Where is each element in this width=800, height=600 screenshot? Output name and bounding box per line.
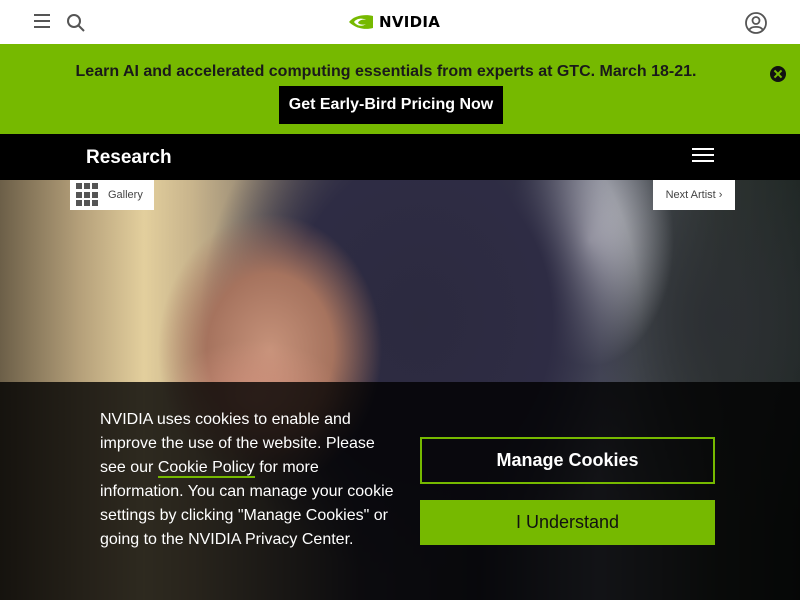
account-icon[interactable] bbox=[744, 11, 768, 35]
nvidia-eye-icon bbox=[349, 15, 373, 29]
cookie-policy-link[interactable]: Cookie Policy bbox=[157, 459, 255, 478]
cookie-banner: NVIDIA uses cookies to enable and improv… bbox=[0, 382, 800, 600]
manage-cookies-button[interactable]: Manage Cookies bbox=[420, 437, 715, 484]
logo-text: NVIDIA bbox=[379, 13, 441, 31]
research-nav-bar: Research bbox=[0, 134, 800, 180]
menu-icon[interactable] bbox=[34, 14, 50, 28]
cookie-message: NVIDIA uses cookies to enable and improv… bbox=[100, 408, 400, 552]
promo-banner: Learn AI and accelerated computing essen… bbox=[0, 44, 800, 134]
gallery-label: Gallery bbox=[108, 189, 143, 201]
next-artist-button[interactable]: Next Artist › bbox=[653, 180, 735, 210]
gallery-button[interactable]: Gallery bbox=[70, 180, 154, 210]
accept-cookies-button[interactable]: I Understand bbox=[420, 500, 715, 545]
grid-icon bbox=[76, 183, 100, 207]
search-icon[interactable] bbox=[66, 13, 86, 33]
close-icon[interactable] bbox=[770, 66, 786, 82]
promo-message: Learn AI and accelerated computing essen… bbox=[75, 63, 697, 80]
section-title[interactable]: Research bbox=[86, 147, 172, 169]
site-header: NVIDIA bbox=[0, 0, 800, 44]
early-bird-pricing-button[interactable]: Get Early-Bird Pricing Now bbox=[279, 86, 503, 124]
nvidia-logo[interactable]: NVIDIA bbox=[348, 11, 440, 33]
research-menu-icon[interactable] bbox=[692, 148, 714, 164]
